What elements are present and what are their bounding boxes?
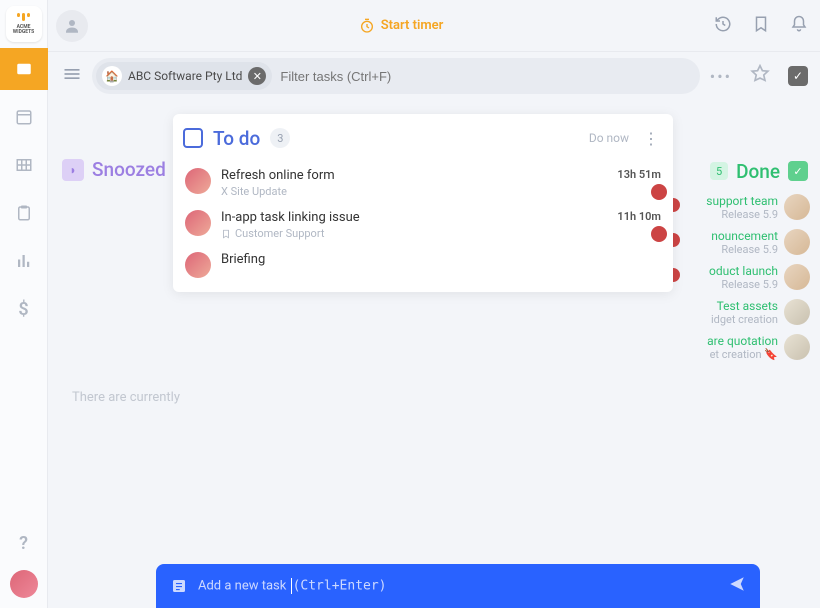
text-cursor bbox=[291, 578, 292, 594]
menu-icon[interactable] bbox=[62, 64, 82, 88]
start-timer-button[interactable]: Start timer bbox=[88, 18, 714, 34]
nav-reports[interactable] bbox=[0, 240, 48, 282]
column-more-icon[interactable]: ⋮ bbox=[639, 129, 663, 148]
assignee-avatar bbox=[651, 184, 667, 200]
done-item[interactable]: support teamRelease 5.9 bbox=[676, 190, 814, 225]
star-icon[interactable] bbox=[750, 64, 770, 88]
assignee-avatar bbox=[185, 210, 211, 236]
nav-help[interactable]: ? bbox=[0, 522, 48, 564]
nav-calendar[interactable] bbox=[0, 96, 48, 138]
assignee-avatar bbox=[784, 264, 810, 290]
assignee-avatar bbox=[784, 334, 810, 360]
assignee-avatar bbox=[185, 168, 211, 194]
nav-board[interactable] bbox=[0, 48, 48, 90]
bookmark-icon bbox=[221, 229, 231, 239]
bookmark-icon[interactable] bbox=[752, 15, 770, 37]
assignee-avatar bbox=[185, 252, 211, 278]
topbar: Start timer bbox=[48, 0, 820, 52]
chip-remove-icon[interactable]: ✕ bbox=[248, 67, 266, 85]
user-avatar[interactable] bbox=[10, 570, 38, 598]
board: ◗ Snoozed There are currently 5 Done ✓ s… bbox=[48, 100, 820, 608]
history-icon[interactable] bbox=[714, 15, 732, 37]
do-now-button[interactable]: Do now bbox=[589, 131, 629, 145]
checkbox-icon bbox=[183, 128, 203, 148]
task-item[interactable]: Briefing bbox=[173, 246, 673, 292]
nav-grid[interactable] bbox=[0, 144, 48, 186]
send-icon[interactable] bbox=[728, 575, 746, 597]
checkbox-toggle[interactable]: ✓ bbox=[788, 66, 808, 86]
side-rail: ACME WIDGETS $ ? bbox=[0, 0, 48, 608]
add-task-bar[interactable]: Add a new task (Ctrl+Enter) bbox=[156, 564, 760, 608]
task-item[interactable]: Refresh online form X Site Update 13h 51… bbox=[173, 162, 673, 204]
done-item[interactable]: Test assetsidget creation bbox=[676, 295, 814, 330]
filter-input[interactable] bbox=[280, 69, 695, 84]
done-item[interactable]: are quotationet creation 🔖 bbox=[676, 330, 814, 365]
assignee-avatar bbox=[784, 229, 810, 255]
nav-clipboard[interactable] bbox=[0, 192, 48, 234]
assignee-avatar bbox=[784, 194, 810, 220]
nav-billing[interactable]: $ bbox=[0, 288, 48, 330]
column-snoozed-header[interactable]: ◗ Snoozed bbox=[62, 158, 166, 181]
logo[interactable]: ACME WIDGETS bbox=[6, 6, 42, 42]
column-todo: To do 3 Do now ⋮ Refresh online form X S… bbox=[173, 114, 673, 292]
filter-chip-company[interactable]: 🏠 ABC Software Pty Ltd ✕ bbox=[96, 62, 272, 90]
done-item[interactable]: oduct launchRelease 5.9 bbox=[676, 260, 814, 295]
assignee-avatar bbox=[651, 226, 667, 242]
filter-box[interactable]: 🏠 ABC Software Pty Ltd ✕ bbox=[92, 58, 700, 94]
note-icon bbox=[170, 577, 188, 595]
task-item[interactable]: In-app task linking issue Customer Suppo… bbox=[173, 204, 673, 246]
column-done-header[interactable]: 5 Done ✓ bbox=[676, 152, 820, 190]
company-icon: 🏠 bbox=[102, 66, 122, 86]
profile-icon[interactable] bbox=[56, 10, 88, 42]
assignee-avatar bbox=[784, 299, 810, 325]
column-done: 5 Done ✓ support teamRelease 5.9 nouncem… bbox=[676, 152, 820, 365]
main-area: Start timer 🏠 ABC Software Pty Ltd ✕ ••• bbox=[48, 0, 820, 608]
moon-icon: ◗ bbox=[62, 159, 84, 181]
column-todo-header[interactable]: To do 3 Do now ⋮ bbox=[173, 114, 673, 162]
filter-bar: 🏠 ABC Software Pty Ltd ✕ ••• ✓ bbox=[48, 52, 820, 100]
bell-icon[interactable] bbox=[790, 15, 808, 37]
more-icon[interactable]: ••• bbox=[710, 67, 732, 86]
snoozed-empty-text: There are currently bbox=[72, 390, 180, 405]
check-icon: ✓ bbox=[788, 161, 808, 181]
done-item[interactable]: nouncementRelease 5.9 bbox=[676, 225, 814, 260]
